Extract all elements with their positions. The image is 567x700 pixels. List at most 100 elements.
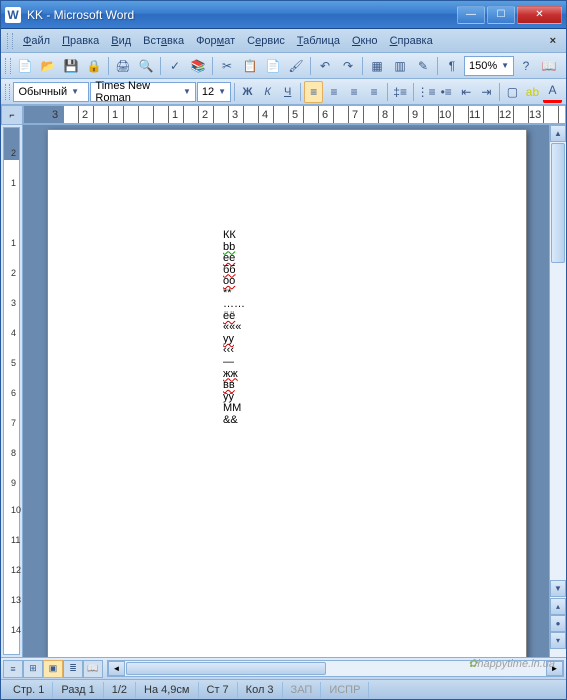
zoom-combo[interactable]: 150%▼ bbox=[464, 56, 514, 76]
close-button[interactable]: ✕ bbox=[517, 6, 562, 24]
status-section[interactable]: Разд 1 bbox=[53, 682, 103, 698]
redo-button[interactable]: ↷ bbox=[337, 55, 359, 77]
italic-button[interactable]: К bbox=[258, 81, 277, 103]
text-line: && bbox=[223, 415, 423, 427]
maximize-button[interactable]: ☐ bbox=[487, 6, 515, 24]
font-color-button[interactable]: A bbox=[543, 81, 562, 103]
read-button[interactable]: 📖 bbox=[538, 55, 560, 77]
horizontal-ruler-area: ⌐ 321 123 456 789 101112 13 bbox=[1, 105, 566, 125]
web-view-button[interactable]: ⊞ bbox=[23, 660, 43, 678]
watermark: ✿happytime.in.ua bbox=[468, 656, 555, 672]
menubar: ФФайлайл Правка Вид Вставка Формат Серви… bbox=[1, 29, 566, 53]
bullets-button[interactable]: •≡ bbox=[437, 81, 456, 103]
reading-view-button[interactable]: 📖 bbox=[83, 660, 103, 678]
undo-button[interactable]: ↶ bbox=[314, 55, 336, 77]
status-line[interactable]: Ст 7 bbox=[199, 682, 238, 698]
scroll-up-button[interactable]: ▲ bbox=[550, 125, 566, 142]
page-content[interactable]: КК bb ee бб оо ** …… ёё ««« уу ‹‹‹ — жж … bbox=[223, 230, 423, 426]
menu-window[interactable]: Окно bbox=[346, 33, 384, 49]
menubar-grip[interactable] bbox=[7, 33, 13, 49]
toolbar-grip[interactable] bbox=[5, 58, 11, 74]
menu-help[interactable]: Справка bbox=[384, 33, 439, 49]
normal-view-button[interactable]: ≡ bbox=[3, 660, 23, 678]
separator bbox=[437, 57, 438, 75]
menu-insert[interactable]: Вставка bbox=[137, 33, 190, 49]
preview-button[interactable]: 🔍 bbox=[135, 55, 157, 77]
underline-button[interactable]: Ч bbox=[278, 81, 297, 103]
doc-close-button[interactable]: × bbox=[546, 35, 560, 47]
browse-object-button[interactable]: ● bbox=[550, 615, 566, 632]
next-page-button[interactable]: ▾ bbox=[550, 632, 566, 649]
save-button[interactable]: 💾 bbox=[60, 55, 82, 77]
justify-button[interactable]: ≡ bbox=[365, 81, 384, 103]
minimize-button[interactable]: ― bbox=[457, 6, 485, 24]
menu-edit[interactable]: Правка bbox=[56, 33, 105, 49]
help-button[interactable]: ? bbox=[515, 55, 537, 77]
hscroll-thumb[interactable] bbox=[126, 662, 326, 675]
ruler-corner[interactable]: ⌐ bbox=[1, 105, 23, 125]
status-page[interactable]: Стр. 1 bbox=[5, 682, 53, 698]
print-button[interactable]: 🖨 bbox=[112, 55, 134, 77]
vertical-ruler-area: 21 12 34 56 78 910 1112 1314 bbox=[1, 125, 23, 657]
status-rec[interactable]: ЗАП bbox=[283, 682, 322, 698]
font-value: Times New Roman bbox=[95, 80, 179, 104]
permissions-button[interactable]: 🔒 bbox=[83, 55, 105, 77]
new-doc-button[interactable]: 📄 bbox=[14, 55, 36, 77]
style-combo[interactable]: Обычный▼ bbox=[13, 82, 89, 102]
scroll-down-button[interactable]: ▼ bbox=[550, 580, 566, 597]
titlebar: W KK - Microsoft Word ― ☐ ✕ bbox=[1, 1, 566, 29]
research-button[interactable]: 📚 bbox=[187, 55, 209, 77]
menu-view[interactable]: Вид bbox=[105, 33, 137, 49]
columns-button[interactable]: ▥ bbox=[389, 55, 411, 77]
window-title: KK - Microsoft Word bbox=[27, 8, 457, 22]
toolbar-grip[interactable] bbox=[5, 84, 10, 100]
status-at[interactable]: На 4,9см bbox=[136, 682, 198, 698]
indent-button[interactable]: ⇥ bbox=[477, 81, 496, 103]
prev-page-button[interactable]: ▴ bbox=[550, 598, 566, 615]
show-marks-button[interactable]: ¶ bbox=[441, 55, 463, 77]
status-col[interactable]: Кол 3 bbox=[238, 682, 283, 698]
align-center-button[interactable]: ≡ bbox=[324, 81, 343, 103]
print-view-button[interactable]: ▣ bbox=[43, 660, 63, 678]
highlight-button[interactable]: ab bbox=[523, 81, 542, 103]
drawing-button[interactable]: ✎ bbox=[412, 55, 434, 77]
text-line: — bbox=[223, 357, 423, 369]
menu-table[interactable]: Таблица bbox=[291, 33, 346, 49]
outdent-button[interactable]: ⇤ bbox=[457, 81, 476, 103]
text-line: КК bbox=[223, 230, 423, 242]
menu-format[interactable]: Формат bbox=[190, 33, 241, 49]
cut-button[interactable]: ✂ bbox=[216, 55, 238, 77]
vertical-ruler[interactable]: 21 12 34 56 78 910 1112 1314 bbox=[3, 127, 20, 655]
align-left-button[interactable]: ≡ bbox=[304, 81, 323, 103]
vertical-scrollbar[interactable]: ▲ ▼ ▴ ● ▾ bbox=[549, 125, 566, 657]
scroll-left-button[interactable]: ◄ bbox=[108, 661, 125, 676]
status-pages[interactable]: 1/2 bbox=[104, 682, 136, 698]
spellcheck-button[interactable]: ✓ bbox=[164, 55, 186, 77]
status-rev[interactable]: ИСПР bbox=[321, 682, 369, 698]
line-spacing-button[interactable]: ‡≡ bbox=[391, 81, 410, 103]
outline-view-button[interactable]: ≣ bbox=[63, 660, 83, 678]
horizontal-ruler[interactable]: 321 123 456 789 101112 13 bbox=[23, 105, 566, 124]
scroll-thumb[interactable] bbox=[551, 143, 565, 263]
text-line: уу bbox=[223, 334, 423, 346]
view-buttons: ≡ ⊞ ▣ ≣ 📖 bbox=[1, 660, 105, 678]
word-app-icon: W bbox=[5, 7, 21, 23]
menu-tools[interactable]: Сервис bbox=[241, 33, 291, 49]
open-button[interactable]: 📂 bbox=[37, 55, 59, 77]
statusbar: Стр. 1 Разд 1 1/2 На 4,9см Ст 7 Кол 3 ЗА… bbox=[1, 679, 566, 699]
menu-file[interactable]: ФФайлайл bbox=[17, 33, 56, 49]
separator bbox=[499, 83, 500, 101]
document-area[interactable]: КК bb ee бб оо ** …… ёё ««« уу ‹‹‹ — жж … bbox=[23, 125, 566, 657]
bold-button[interactable]: Ж bbox=[238, 81, 257, 103]
paste-button[interactable]: 📄 bbox=[262, 55, 284, 77]
format-painter-button[interactable]: 🖌 bbox=[285, 55, 307, 77]
font-combo[interactable]: Times New Roman▼ bbox=[90, 82, 195, 102]
copy-button[interactable]: 📋 bbox=[239, 55, 261, 77]
page[interactable]: КК bb ee бб оо ** …… ёё ««« уу ‹‹‹ — жж … bbox=[47, 129, 527, 657]
text-line: ««« bbox=[223, 322, 423, 334]
borders-button[interactable]: ▢ bbox=[503, 81, 522, 103]
size-combo[interactable]: 12▼ bbox=[197, 82, 231, 102]
align-right-button[interactable]: ≡ bbox=[345, 81, 364, 103]
table-button[interactable]: ▦ bbox=[366, 55, 388, 77]
numbering-button[interactable]: ⋮≡ bbox=[417, 81, 436, 103]
